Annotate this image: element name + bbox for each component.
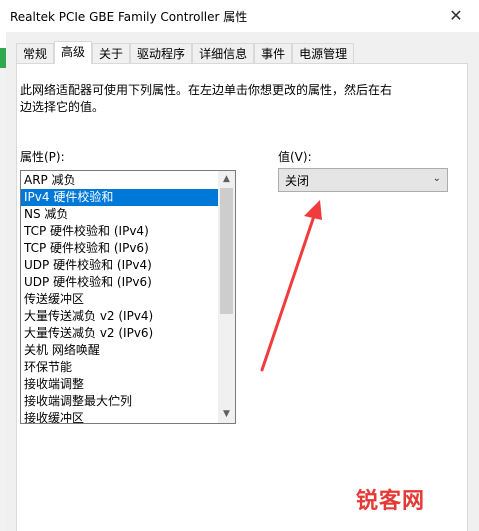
- tab-details[interactable]: 详细信息: [192, 43, 255, 64]
- property-list-item[interactable]: TCP 硬件校验和 (IPv4): [21, 223, 219, 240]
- chevron-down-icon: ⌄: [432, 173, 441, 184]
- value-selected: 关闭: [285, 174, 310, 188]
- title-bar: Realtek PCIe GBE Family Controller 属性 ✕: [0, 0, 479, 32]
- scroll-up-icon[interactable]: ▲: [218, 171, 235, 188]
- property-list: ARP 减负 IPv4 硬件校验和 NS 减负 TCP 硬件校验和 (IPv4) TCP…: [21, 172, 219, 423]
- property-list-item[interactable]: UDP 硬件校验和 (IPv4): [21, 257, 219, 274]
- scroll-thumb[interactable]: [220, 188, 233, 314]
- tab-driver[interactable]: 驱动程序: [130, 43, 193, 64]
- property-list-item[interactable]: UDP 硬件校验和 (IPv6): [21, 274, 219, 291]
- close-icon[interactable]: ✕: [441, 4, 471, 28]
- property-scrollbar[interactable]: ▲ ▼: [218, 171, 235, 423]
- property-list-item[interactable]: 大量传送减负 v2 (IPv6): [21, 325, 219, 342]
- value-dropdown[interactable]: 关闭 ⌄: [278, 168, 448, 192]
- window-title: Realtek PCIe GBE Family Controller 属性: [10, 10, 248, 24]
- scroll-down-icon[interactable]: ▼: [218, 406, 235, 423]
- property-list-item[interactable]: NS 减负: [21, 206, 219, 223]
- property-label: 属性(P):: [20, 150, 65, 164]
- property-list-item[interactable]: 传送缓冲区: [21, 291, 219, 308]
- property-list-item[interactable]: 大量传送减负 v2 (IPv4): [21, 308, 219, 325]
- property-list-item[interactable]: 接收端调整最大伫列: [21, 393, 219, 410]
- property-list-item[interactable]: 关机 网络唤醒: [21, 342, 219, 359]
- tab-about[interactable]: 关于: [92, 43, 131, 64]
- tab-advanced[interactable]: 高级: [54, 41, 93, 64]
- property-list-item[interactable]: 接收端调整: [21, 376, 219, 393]
- description-line-1: 此网络适配器可使用下列属性。在左边单击你想更改的属性，然后在右: [20, 83, 393, 97]
- property-list-item[interactable]: TCP 硬件校验和 (IPv6): [21, 240, 219, 257]
- advanced-description: 此网络适配器可使用下列属性。在左边单击你想更改的属性，然后在右 边选择它的值。: [20, 82, 400, 116]
- properties-dialog: 常规 高级 关于 驱动程序 详细信息 事件 电源管理 此网络适配器可使用下列属性…: [6, 32, 479, 531]
- tab-power-management[interactable]: 电源管理: [292, 43, 355, 64]
- value-label: 值(V):: [278, 150, 312, 164]
- property-listbox[interactable]: ARP 减负 IPv4 硬件校验和 NS 减负 TCP 硬件校验和 (IPv4) TCP…: [20, 170, 236, 424]
- property-list-item[interactable]: IPv4 硬件校验和: [21, 189, 219, 206]
- property-list-item[interactable]: 接收缓冲区: [21, 410, 219, 423]
- tab-general[interactable]: 常规: [16, 43, 55, 64]
- tab-events[interactable]: 事件: [254, 43, 293, 64]
- property-list-item[interactable]: 环保节能: [21, 359, 219, 376]
- description-line-2: 边选择它的值。: [20, 100, 105, 114]
- watermark-text: 锐客网: [356, 489, 426, 514]
- property-list-item[interactable]: ARP 减负: [21, 172, 219, 189]
- tab-strip: 常规 高级 关于 驱动程序 详细信息 事件 电源管理: [16, 41, 355, 64]
